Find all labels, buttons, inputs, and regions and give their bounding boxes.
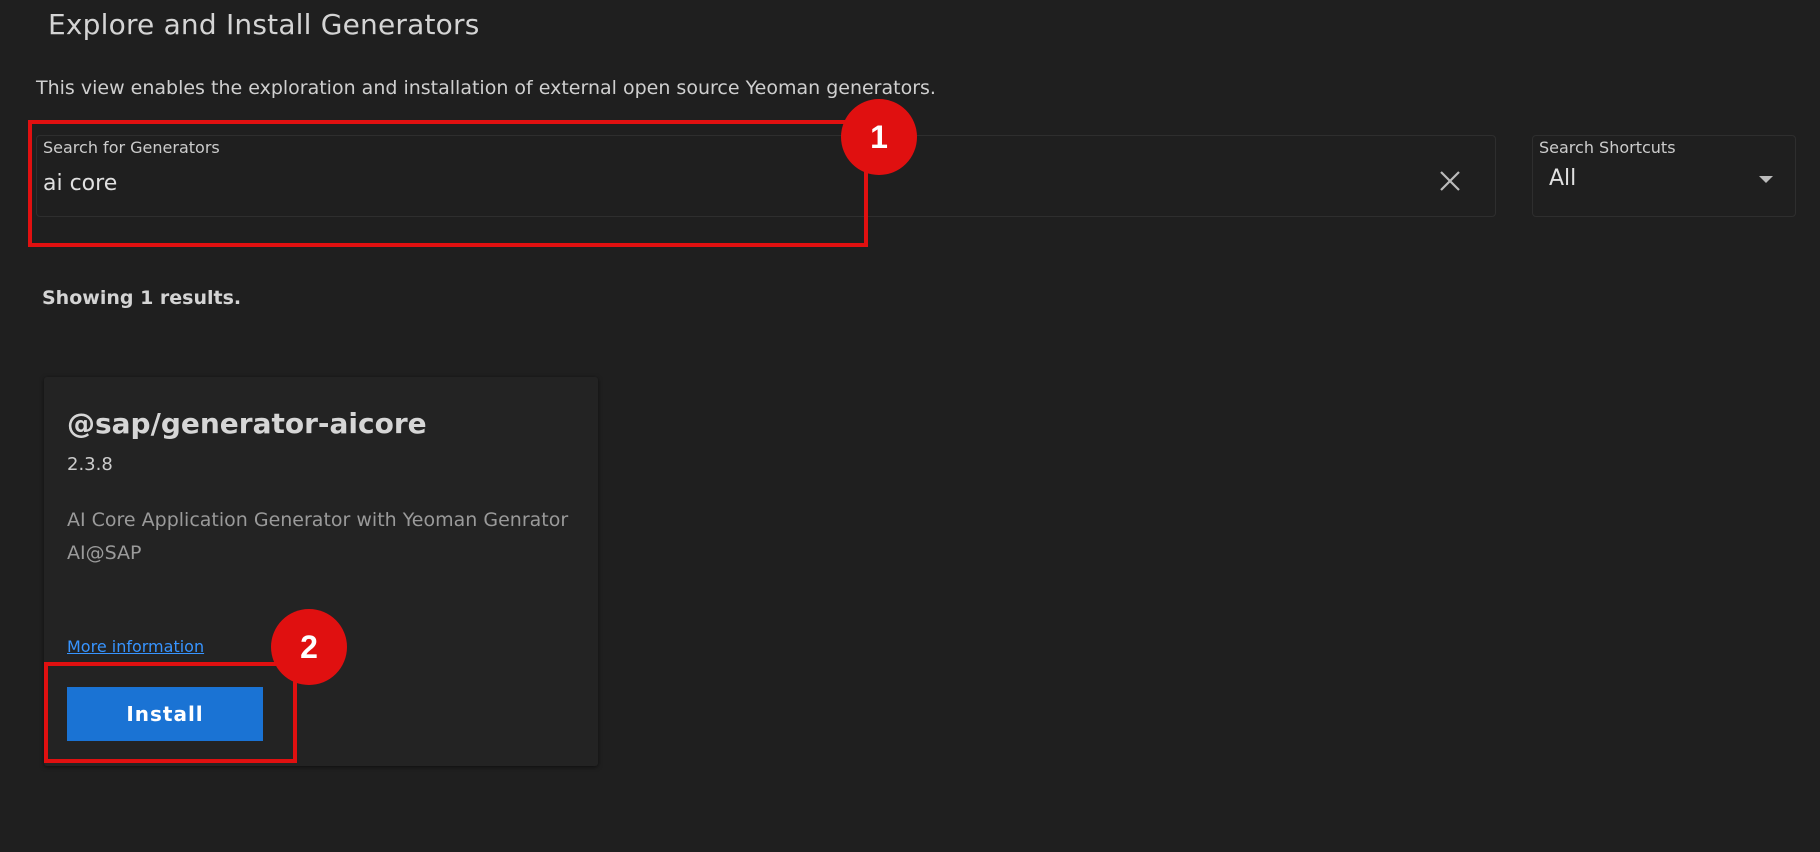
search-shortcuts-value: All [1549,166,1577,191]
close-icon[interactable] [1435,166,1465,196]
caret-down-icon [1759,176,1773,183]
page-title: Explore and Install Generators [48,8,480,41]
generator-description: AI Core Application Generator with Yeoma… [67,509,569,564]
generator-card: @sap/generator-aicore 2.3.8 AI Core Appl… [44,377,598,766]
generator-version: 2.3.8 [67,454,113,475]
search-input[interactable] [43,166,1423,200]
install-button[interactable]: Install [67,687,263,741]
callout-badge-2: 2 [271,609,347,685]
search-shortcuts-label: Search Shortcuts [1539,138,1676,157]
callout-badge-1: 1 [841,99,917,175]
generator-explorer-page: Explore and Install Generators This view… [0,0,1820,852]
search-field: Search for Generators [36,135,1496,217]
search-shortcuts-select[interactable]: Search Shortcuts All [1532,135,1796,217]
page-description: This view enables the exploration and in… [36,77,936,99]
generator-name: @sap/generator-aicore [67,407,427,440]
search-label: Search for Generators [43,138,220,157]
results-summary: Showing 1 results. [42,287,242,309]
more-information-link[interactable]: More information [67,637,204,656]
